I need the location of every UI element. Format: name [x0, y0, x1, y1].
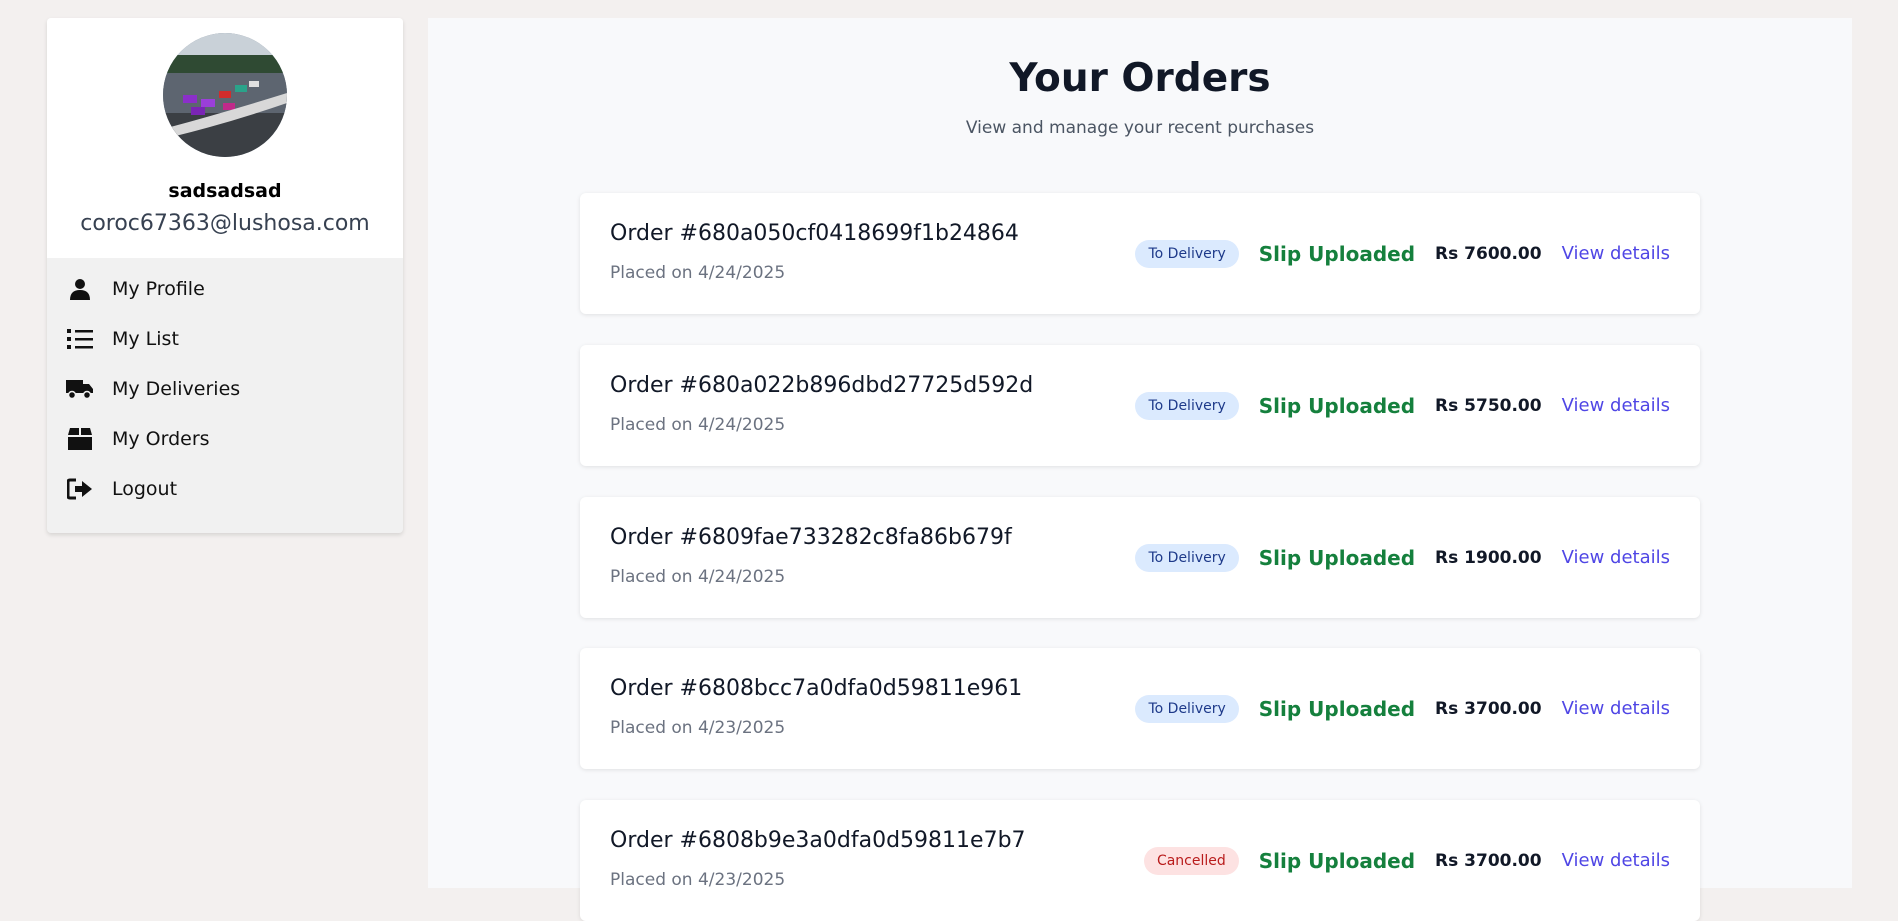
view-details-link[interactable]: View details — [1562, 243, 1670, 264]
order-date: Placed on 4/24/2025 — [610, 567, 786, 587]
order-id: Order #6809fae733282c8fa86b679f — [610, 525, 1012, 550]
order-total: Rs 7600.00 — [1435, 243, 1542, 264]
list-icon — [66, 325, 94, 353]
orders-panel: Your Orders View and manage your recent … — [428, 18, 1852, 921]
profile-username: sadsadsad — [168, 180, 282, 202]
logout-icon — [66, 475, 94, 503]
order-card: Order #6809fae733282c8fa86b679f Placed o… — [580, 497, 1700, 618]
order-total: Rs 1900.00 — [1435, 547, 1542, 568]
page-title: Your Orders — [1009, 56, 1271, 101]
status-badge: To Delivery — [1135, 239, 1239, 268]
order-id: Order #680a050cf0418699f1b24864 — [610, 221, 1019, 246]
order-date: Placed on 4/23/2025 — [610, 718, 786, 738]
payment-status: Slip Uploaded — [1258, 848, 1416, 873]
payment-status: Slip Uploaded — [1258, 241, 1416, 266]
sidebar-item-logout[interactable]: Logout — [47, 464, 403, 514]
page-subtitle: View and manage your recent purchases — [965, 118, 1315, 138]
view-details-link[interactable]: View details — [1562, 698, 1670, 719]
payment-status: Slip Uploaded — [1258, 545, 1416, 570]
order-date: Placed on 4/23/2025 — [610, 870, 786, 890]
order-total: Rs 3700.00 — [1435, 850, 1542, 871]
sidebar-item-label: My Profile — [112, 278, 205, 300]
order-card: Order #680a022b896dbd27725d592d Placed o… — [580, 345, 1700, 466]
order-total: Rs 5750.00 — [1435, 395, 1542, 416]
status-badge: To Delivery — [1135, 543, 1239, 572]
order-card: Order #680a050cf0418699f1b24864 Placed o… — [580, 193, 1700, 314]
order-id: Order #680a022b896dbd27725d592d — [610, 373, 1034, 398]
status-badge: To Delivery — [1135, 391, 1239, 420]
user-icon — [66, 275, 94, 303]
order-date: Placed on 4/24/2025 — [610, 263, 786, 283]
payment-status: Slip Uploaded — [1258, 696, 1416, 721]
truck-icon — [66, 375, 94, 403]
sidebar-item-label: My Orders — [112, 428, 210, 450]
sidebar-menu: My Profile My List My Deliveries My Orde… — [47, 258, 403, 514]
sidebar-item-label: My List — [112, 328, 179, 350]
sidebar-item-my-list[interactable]: My List — [47, 314, 403, 364]
profile-sidebar: sadsadsad coroc67363@lushosa.com My Prof… — [47, 18, 403, 533]
sidebar-item-label: Logout — [112, 478, 178, 500]
order-id: Order #6808b9e3a0dfa0d59811e7b7 — [610, 828, 1026, 853]
order-id: Order #6808bcc7a0dfa0d59811e961 — [610, 676, 1023, 701]
order-total: Rs 3700.00 — [1435, 698, 1542, 719]
sidebar-item-my-profile[interactable]: My Profile — [47, 264, 403, 314]
box-icon — [66, 425, 94, 453]
profile-header: sadsadsad coroc67363@lushosa.com — [47, 18, 403, 258]
order-card: Order #6808b9e3a0dfa0d59811e7b7 Placed o… — [580, 800, 1700, 921]
sidebar-item-label: My Deliveries — [112, 378, 241, 400]
order-date: Placed on 4/24/2025 — [610, 415, 786, 435]
profile-email: coroc67363@lushosa.com — [80, 211, 370, 236]
order-card: Order #6808bcc7a0dfa0d59811e961 Placed o… — [580, 648, 1700, 769]
sidebar-item-my-orders[interactable]: My Orders — [47, 414, 403, 464]
view-details-link[interactable]: View details — [1562, 547, 1670, 568]
status-badge: Cancelled — [1143, 846, 1239, 875]
status-badge: To Delivery — [1135, 694, 1239, 723]
payment-status: Slip Uploaded — [1258, 393, 1416, 418]
sidebar-item-my-deliveries[interactable]: My Deliveries — [47, 364, 403, 414]
view-details-link[interactable]: View details — [1562, 395, 1670, 416]
avatar — [163, 33, 287, 157]
view-details-link[interactable]: View details — [1562, 850, 1670, 871]
